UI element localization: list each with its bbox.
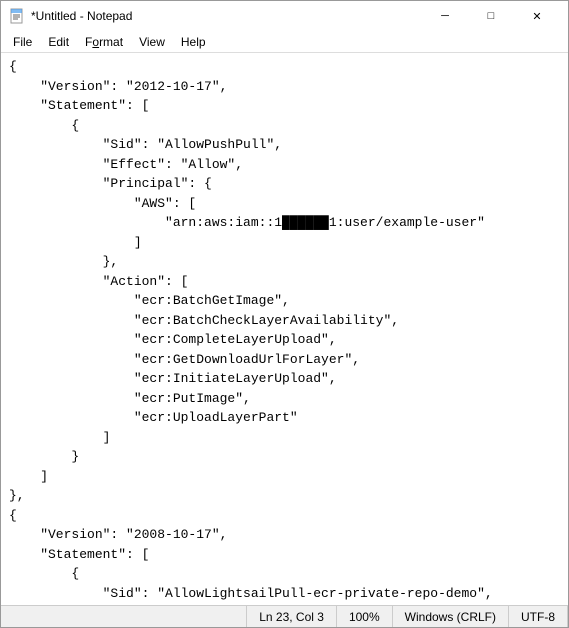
status-line-ending: Windows (CRLF) xyxy=(393,606,509,627)
menu-help[interactable]: Help xyxy=(173,33,214,51)
status-encoding: UTF-8 xyxy=(509,606,568,627)
title-bar-left: *Untitled - Notepad xyxy=(9,8,132,24)
window-controls: ─ □ ✕ xyxy=(422,1,560,31)
text-editor[interactable]: { "Version": "2012-10-17", "Statement": … xyxy=(1,53,568,605)
maximize-button[interactable]: □ xyxy=(468,1,514,31)
status-spacer xyxy=(1,606,247,627)
notepad-window: *Untitled - Notepad ─ □ ✕ File Edit Form… xyxy=(0,0,569,628)
menu-bar: File Edit Format View Help xyxy=(1,31,568,53)
menu-format[interactable]: Format xyxy=(77,33,131,51)
menu-file[interactable]: File xyxy=(5,33,40,51)
minimize-button[interactable]: ─ xyxy=(422,1,468,31)
menu-view[interactable]: View xyxy=(131,33,173,51)
notepad-icon xyxy=(9,8,25,24)
title-bar: *Untitled - Notepad ─ □ ✕ xyxy=(1,1,568,31)
status-position: Ln 23, Col 3 xyxy=(247,606,337,627)
close-button[interactable]: ✕ xyxy=(514,1,560,31)
content-area: { "Version": "2012-10-17", "Statement": … xyxy=(1,53,568,605)
status-bar: Ln 23, Col 3 100% Windows (CRLF) UTF-8 xyxy=(1,605,568,627)
menu-edit[interactable]: Edit xyxy=(40,33,77,51)
window-title: *Untitled - Notepad xyxy=(31,9,132,23)
status-zoom: 100% xyxy=(337,606,393,627)
